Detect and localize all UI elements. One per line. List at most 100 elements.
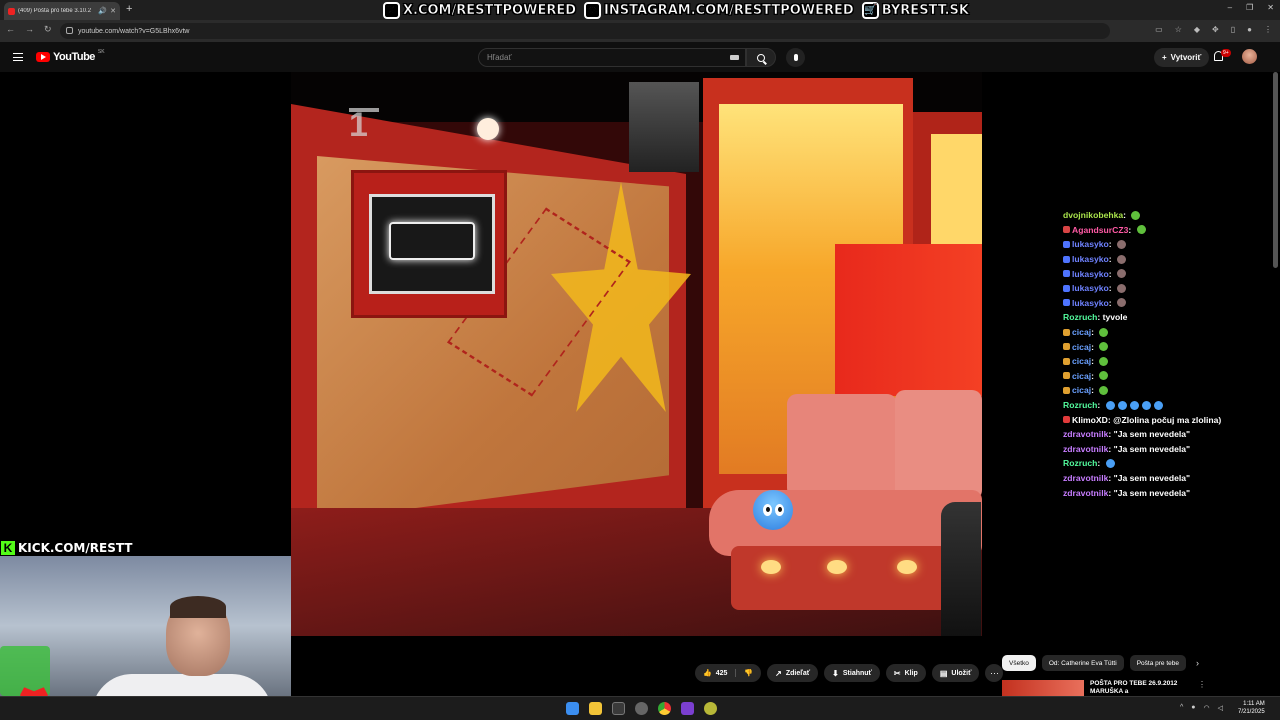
webcam-feed — [0, 556, 291, 696]
chat-username: zdravotnilk — [1063, 443, 1109, 454]
minimize-button[interactable]: – — [1228, 3, 1232, 12]
search-input[interactable]: Hľadať — [478, 48, 746, 67]
chat-badge-icon — [1063, 299, 1070, 307]
banner-x-text: X.COM/RESTTPOWERED — [403, 3, 577, 19]
chat-message: zdravotnilk: "Ja sem nevedela" — [1063, 442, 1273, 457]
terminal-icon[interactable] — [612, 702, 625, 715]
recommended-more-icon[interactable]: ⋮ — [1198, 680, 1206, 689]
share-label: Zdieľať — [785, 669, 811, 677]
save-playlist-icon: ▤ — [939, 668, 948, 678]
youtube-logo[interactable]: YouTube SK — [36, 49, 105, 63]
chat-username: lukasyko — [1072, 297, 1109, 308]
taskbar-clock[interactable]: 1:11 AM 7/21/2025 — [1238, 700, 1265, 716]
chat-separator: : — [1097, 400, 1103, 411]
more-actions-button[interactable]: ··· — [985, 664, 1004, 682]
download-icon: ⬇ — [832, 668, 839, 678]
shocked-emoji-icon — [753, 490, 793, 530]
save-button[interactable]: ▤ Uložiť — [931, 664, 980, 682]
banner-instagram-text: INSTAGRAM.COM/RESTTPOWERED — [604, 3, 854, 19]
dislike-button[interactable]: 👎 — [736, 669, 761, 677]
chat-message: lukasyko: — [1063, 252, 1273, 267]
chat-message: zdravotnilk: "Ja sem nevedela" — [1063, 427, 1273, 442]
app-icon[interactable] — [681, 702, 694, 715]
tray-chevron-icon[interactable]: ^ — [1180, 704, 1183, 712]
wifi-icon[interactable]: ◠ — [1204, 704, 1210, 712]
extension-icon[interactable]: ◆ — [1194, 25, 1200, 34]
volume-icon[interactable]: ◁ — [1218, 704, 1223, 712]
url-text: youtube.com/watch?v=G5LBhx6vtw — [78, 27, 190, 35]
video-player[interactable]: 1 — [291, 72, 982, 636]
related-filter-chips: Všetko Od: Catherine Eva Tütti Pošta pre… — [1002, 655, 1199, 671]
share-button[interactable]: ↗ Zdieľať — [767, 664, 819, 682]
chat-badge-icon — [1063, 386, 1070, 394]
studio-pillar — [629, 82, 699, 172]
chat-separator: : — [1091, 356, 1097, 367]
page-scrollbar[interactable] — [1273, 72, 1278, 268]
share-icon: ↗ — [775, 668, 782, 678]
chat-emote-icon — [1153, 400, 1163, 410]
chat-text: "Ja sem nevedela" — [1113, 429, 1191, 440]
close-window-button[interactable]: ✕ — [1267, 3, 1274, 12]
profile-icon[interactable]: ● — [1247, 25, 1252, 34]
chip-related[interactable]: Pošta pre tebe — [1129, 655, 1186, 671]
obs-icon[interactable] — [635, 702, 648, 715]
chip-all[interactable]: Všetko — [1002, 655, 1036, 671]
hamburger-menu-icon[interactable] — [13, 53, 23, 61]
voice-search-button[interactable] — [786, 48, 805, 67]
like-button[interactable]: 👍 425 — [695, 669, 737, 677]
chat-emote-icon — [1105, 458, 1115, 468]
kick-logo-icon: K — [0, 539, 16, 556]
speaker-icon[interactable]: 🔊 — [98, 7, 107, 15]
chevron-right-icon[interactable]: › — [1196, 658, 1199, 668]
emoji-eye — [762, 504, 772, 516]
chat-badge-icon — [1063, 328, 1070, 336]
sidebar-icon[interactable]: ▯ — [1231, 25, 1235, 34]
site-info-icon[interactable] — [66, 27, 73, 34]
create-button[interactable]: + Vytvoriť — [1154, 48, 1210, 67]
maximize-button[interactable]: ❐ — [1246, 3, 1253, 12]
chat-badge-icon — [1063, 357, 1070, 365]
cast-icon[interactable]: ▭ — [1155, 25, 1163, 34]
browser-menu-icon[interactable]: ⋮ — [1264, 25, 1272, 34]
recommended-title[interactable]: POŠTA PRO TEBE 26.9.2012 MARUŠKA a — [1090, 680, 1190, 696]
browser-tab[interactable]: (409) Pošta pro tebe 3.10.2 🔊 ✕ — [4, 2, 120, 20]
stream-chat-overlay: dvojnikobehka: AgandsurCZ3: lukasyko: lu… — [1063, 208, 1273, 500]
download-button[interactable]: ⬇ Stiahnuť — [824, 664, 880, 682]
app-icon-2[interactable] — [704, 702, 717, 715]
chat-text: "Ja sem nevedela" — [1113, 443, 1191, 454]
recommended-video[interactable]: POŠTA PRO TEBE 26.9.2012 MARUŠKA a ⋮ — [1002, 680, 1212, 696]
url-field[interactable]: youtube.com/watch?v=G5LBhx6vtw — [60, 23, 1110, 39]
account-avatar[interactable] — [1242, 49, 1257, 64]
chat-message: cicaj: — [1063, 354, 1273, 369]
chat-username: cicaj — [1072, 385, 1092, 396]
chat-separator: : — [1108, 254, 1115, 265]
clip-button[interactable]: ✂ Klip — [885, 664, 926, 682]
reload-icon[interactable]: ↻ — [44, 24, 52, 35]
windows-start-icon[interactable] — [566, 702, 579, 715]
chat-badge-icon — [1063, 255, 1070, 263]
chrome-icon[interactable] — [658, 702, 671, 715]
tray-mic-icon[interactable]: ● — [1191, 704, 1195, 712]
chip-from-channel[interactable]: Od: Catherine Eva Tütti — [1041, 655, 1124, 671]
close-tab-icon[interactable]: ✕ — [110, 7, 116, 15]
file-explorer-icon[interactable] — [589, 702, 602, 715]
chat-message: KlimoXD: @Zlolina počuj ma zlolina) — [1063, 412, 1273, 427]
chat-separator: : — [1091, 385, 1097, 396]
back-icon[interactable]: ← — [6, 24, 15, 35]
recommended-thumbnail[interactable] — [1002, 680, 1084, 696]
chat-emote-icon — [1099, 356, 1109, 366]
microphone-icon — [793, 54, 798, 61]
new-tab-button[interactable]: + — [126, 3, 132, 15]
chat-message: dvojnikobehka: — [1063, 208, 1273, 223]
forward-icon[interactable]: → — [25, 24, 34, 35]
chat-emote-icon — [1099, 327, 1109, 337]
notification-count-badge: 9+ — [1221, 49, 1231, 57]
bookmark-star-icon[interactable]: ☆ — [1175, 25, 1182, 34]
chat-username: zdravotnilk — [1063, 429, 1109, 440]
search-button[interactable] — [746, 48, 776, 67]
banner-instagram: ◎ INSTAGRAM.COM/RESTTPOWERED — [584, 2, 854, 19]
chat-username: Rozruch — [1063, 458, 1098, 469]
puzzle-icon[interactable]: ✥ — [1212, 25, 1219, 34]
keyboard-icon[interactable] — [730, 55, 739, 60]
chat-username: cicaj — [1072, 370, 1092, 381]
